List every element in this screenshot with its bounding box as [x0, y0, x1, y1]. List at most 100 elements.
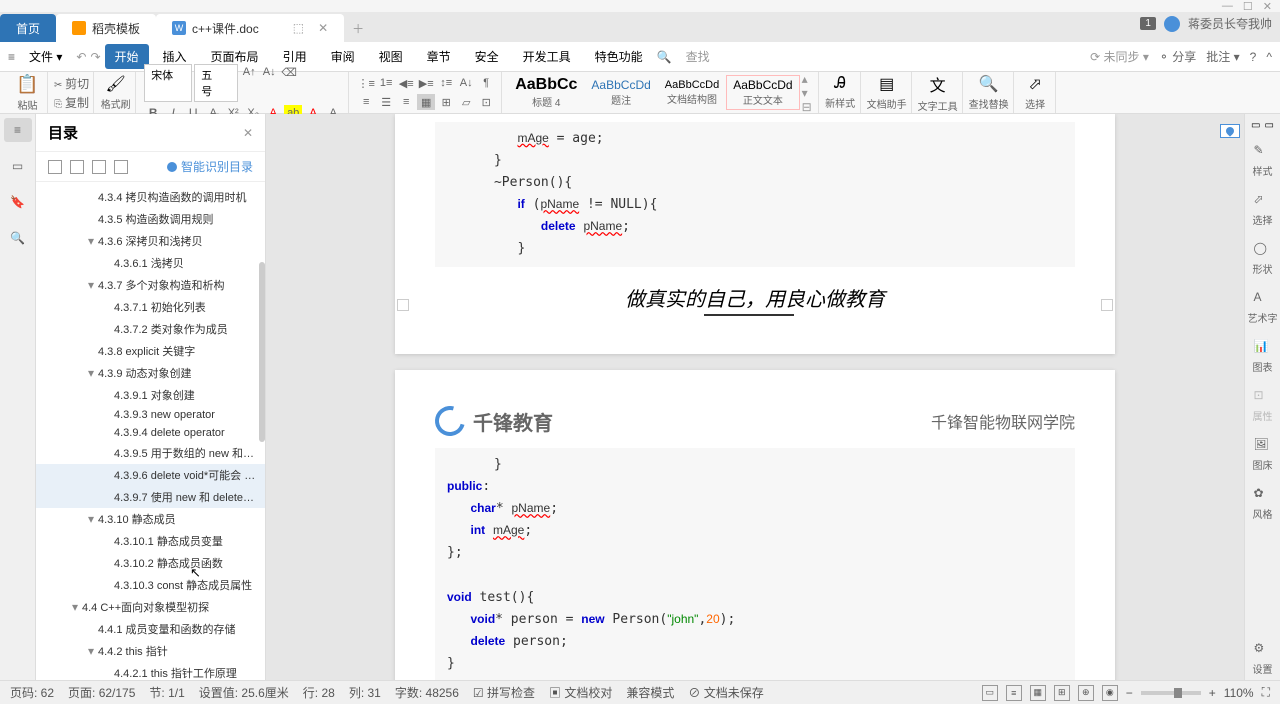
redo-icon[interactable]: ↷ [90, 50, 100, 64]
collapse-ribbon-icon[interactable]: ^ [1266, 50, 1272, 64]
fullscreen-icon[interactable]: ⛶ [1262, 685, 1270, 700]
undo-icon[interactable]: ↶ [76, 50, 86, 64]
outline-item[interactable]: ▾4.4.2 this 指针 [36, 640, 265, 662]
dochelp-icon[interactable]: ▤ [879, 74, 894, 94]
menu-search[interactable]: 查找 [676, 44, 720, 69]
outline-item[interactable]: ▾4.4 C++面向对象模型初探 [36, 596, 265, 618]
outline-item[interactable]: 4.3.5 构造函数调用规则 [36, 208, 265, 230]
view-mode-5[interactable]: ⊕ [1078, 685, 1094, 701]
shrink-font-icon[interactable]: A↓ [260, 64, 278, 80]
menu-review[interactable]: 审阅 [321, 44, 365, 69]
outline-item[interactable]: 4.3.7.1 初始化列表 [36, 296, 265, 318]
window-min-icon[interactable]: — [1222, 0, 1233, 12]
outline-item[interactable]: ▾4.3.9 动态对象创建 [36, 362, 265, 384]
menu-chapter[interactable]: 章节 [417, 44, 461, 69]
share-button[interactable]: ⚬ 分享 [1159, 48, 1196, 65]
outline-tool-2[interactable] [70, 160, 84, 174]
style-caption[interactable]: AaBbCcDd题注 [584, 75, 657, 110]
menu-dev[interactable]: 开发工具 [513, 44, 581, 69]
smart-outline-link[interactable]: 智能识别目录 [167, 158, 253, 175]
scrollbar-thumb[interactable] [259, 262, 265, 442]
linespace-icon[interactable]: ↕≡ [437, 75, 455, 91]
rb-setting[interactable]: ⚙设置 [1251, 637, 1275, 680]
outline-item[interactable]: 4.3.9.4 delete operator [36, 424, 265, 442]
status-chars[interactable]: 字数: 48256 [395, 684, 459, 701]
copy-button[interactable]: ⎘ 复制 [54, 94, 89, 111]
outline-toggle-icon[interactable]: ≡ [4, 118, 32, 142]
style-scroll-up[interactable]: ▴ [802, 72, 812, 86]
outline-item[interactable]: ▾4.3.7 多个对象构造和析构 [36, 274, 265, 296]
rb-style[interactable]: ✎样式 [1251, 139, 1275, 182]
status-page[interactable]: 页码: 62 [10, 684, 54, 701]
rb-attr[interactable]: ⊡属性 [1251, 384, 1275, 427]
tab-pin-icon[interactable]: ⬚ [293, 21, 304, 35]
status-spell[interactable]: ☑ 拼写检查 [473, 684, 535, 701]
minimap-pin[interactable] [1220, 124, 1240, 138]
outline-item[interactable]: 4.3.9.1 对象创建 [36, 384, 265, 406]
rb-shape[interactable]: ◯形状 [1251, 237, 1275, 280]
search-icon[interactable]: 🔍 [657, 50, 672, 64]
tab-add-button[interactable]: ＋ [344, 14, 372, 42]
outline-item[interactable]: 4.3.9.5 用于数组的 new 和 d … [36, 442, 265, 464]
tab-close-icon[interactable]: ✕ [318, 21, 328, 35]
page-icon[interactable]: ▭ [4, 154, 32, 178]
outline-item[interactable]: 4.3.10.3 const 静态成员属性 [36, 574, 265, 596]
notification-badge[interactable]: 1 [1140, 17, 1156, 30]
outline-item[interactable]: 4.4.1 成员变量和函数的存储 [36, 618, 265, 640]
indent-dec-icon[interactable]: ◀≡ [397, 75, 415, 91]
outline-item[interactable]: 4.3.8 explicit 关键字 [36, 340, 265, 362]
brush-icon[interactable]: 🖌 [106, 74, 126, 94]
status-docfix[interactable]: ▣ 文档校对 [549, 684, 612, 701]
borders-icon[interactable]: ⊡ [477, 94, 495, 110]
search-panel-icon[interactable]: 🔍 [4, 226, 32, 250]
sync-status[interactable]: ⟳ 未同步 ▾ [1090, 48, 1149, 65]
window-close-icon[interactable]: ✕ [1263, 0, 1272, 13]
user-avatar[interactable] [1164, 16, 1180, 32]
outline-tool-3[interactable] [92, 160, 106, 174]
outline-tool-4[interactable] [114, 160, 128, 174]
outline-item[interactable]: ▾4.3.6 深拷贝和浅拷贝 [36, 230, 265, 252]
zoom-slider[interactable] [1141, 691, 1201, 695]
select-icon[interactable]: ⬀ [1028, 74, 1041, 94]
size-select[interactable]: 五号 [194, 64, 238, 102]
menu-safe[interactable]: 安全 [465, 44, 509, 69]
view-mode-3[interactable]: ▦ [1030, 685, 1046, 701]
menu-special[interactable]: 特色功能 [585, 44, 653, 69]
window-max-icon[interactable]: ☐ [1243, 0, 1253, 13]
cut-button[interactable]: ✂ 剪切 [54, 75, 89, 92]
rb-toggle-2[interactable]: ▭ [1265, 120, 1274, 131]
zoom-in-icon[interactable]: + [1209, 686, 1216, 700]
paste-icon[interactable]: 📋 [16, 74, 38, 95]
style-heading4[interactable]: AaBbCc标题 4 [508, 73, 584, 112]
rb-pic[interactable]: 🖼图床 [1251, 433, 1275, 476]
newstyle-icon[interactable]: Ꭿ [834, 75, 846, 93]
tab-document[interactable]: Wc++课件.doc⬚✕ [156, 14, 344, 42]
style-more[interactable]: ⊟ [802, 100, 812, 114]
rb-art[interactable]: A艺术字 [1246, 286, 1280, 329]
findrep-icon[interactable]: 🔍 [979, 74, 999, 94]
distribute-icon[interactable]: ⊞ [437, 94, 455, 110]
view-mode-1[interactable]: ▭ [982, 685, 998, 701]
rb-select[interactable]: ⬀选择 [1251, 188, 1275, 231]
grow-font-icon[interactable]: A↑ [240, 64, 258, 80]
style-docmap[interactable]: AaBbCcDd文档结构图 [658, 76, 726, 109]
menu-file[interactable]: 文件 ▾ [19, 44, 72, 69]
menu-start[interactable]: 开始 [105, 44, 149, 69]
outline-item[interactable]: 4.3.4 拷贝构造函数的调用时机 [36, 186, 265, 208]
outline-tree[interactable]: 4.3.4 拷贝构造函数的调用时机4.3.5 构造函数调用规则▾4.3.6 深拷… [36, 182, 265, 680]
rb-toggle-1[interactable]: ▭ [1251, 120, 1260, 131]
menu-view[interactable]: 视图 [369, 44, 413, 69]
numbering-icon[interactable]: 1≡ [377, 75, 395, 91]
zoom-out-icon[interactable]: − [1126, 686, 1133, 700]
outline-item[interactable]: 4.3.6.1 浅拷贝 [36, 252, 265, 274]
zoom-level[interactable]: 110% [1224, 686, 1254, 700]
outline-item[interactable]: 4.4.2.1 this 指针工作原理 [36, 662, 265, 680]
indent-inc-icon[interactable]: ▶≡ [417, 75, 435, 91]
tab-template[interactable]: 稻壳模板 [56, 14, 156, 42]
help-icon[interactable]: ? [1250, 50, 1257, 64]
menu-icon[interactable]: ≡ [8, 50, 15, 64]
align-justify-icon[interactable]: ▦ [417, 94, 435, 110]
clear-fmt-icon[interactable]: ⌫ [280, 64, 298, 80]
outline-item[interactable]: 4.3.10.2 静态成员函数 [36, 552, 265, 574]
shading-icon[interactable]: ▱ [457, 94, 475, 110]
